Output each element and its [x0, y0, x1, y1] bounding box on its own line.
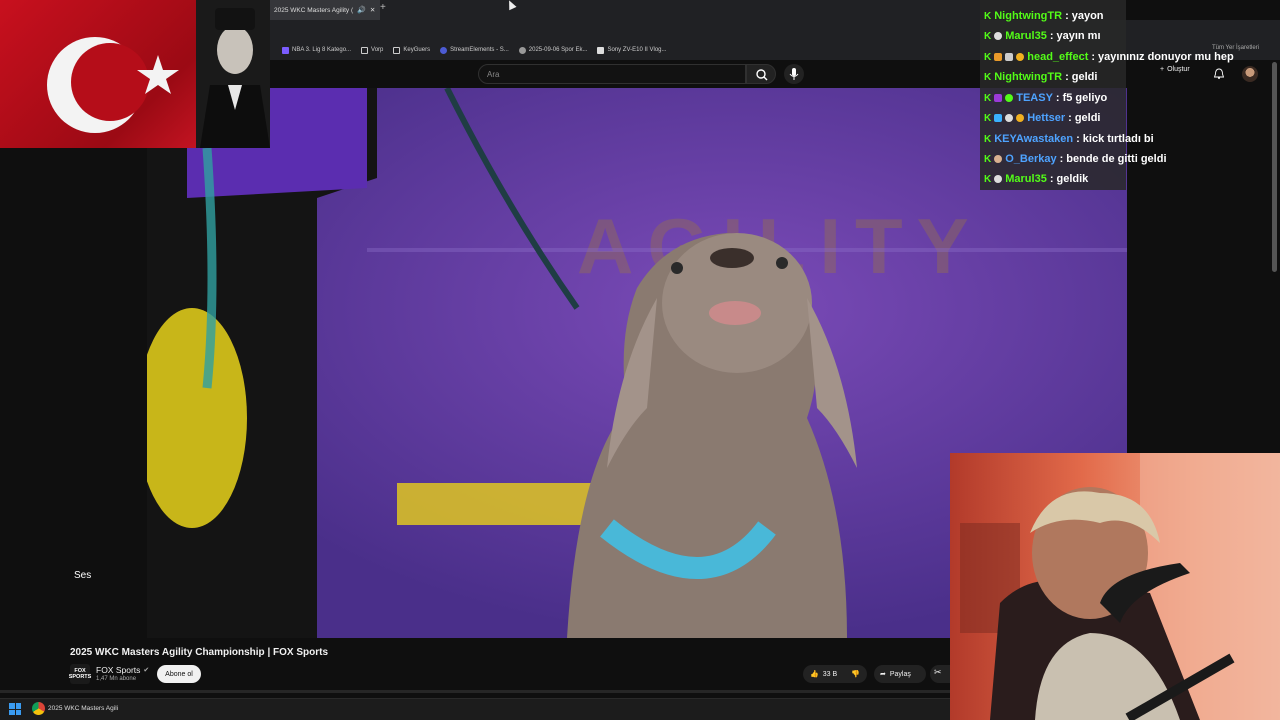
- kick-icon: K: [984, 51, 992, 63]
- scissors-icon: ✂: [934, 667, 942, 677]
- volume-label: Ses: [74, 570, 92, 581]
- bookmark-item[interactable]: KeyGuers: [393, 46, 430, 54]
- tab-audio-icon[interactable]: 🔊: [357, 6, 366, 14]
- badge-icon: [994, 114, 1003, 122]
- kick-icon: K: [984, 133, 992, 145]
- flag-overlay-image: [0, 0, 270, 148]
- plus-icon: +: [1160, 66, 1165, 73]
- kick-icon: K: [984, 71, 992, 83]
- badge-icon: [1005, 114, 1014, 122]
- folder-icon: [393, 46, 401, 54]
- clip-button[interactable]: ✂: [930, 665, 950, 683]
- notifications-bell-icon[interactable]: [1214, 68, 1224, 79]
- streamelements-icon: [440, 46, 448, 54]
- chat-message: K KEYAwastaken : kick tırtladı bi: [984, 133, 1154, 145]
- chat-message: K Marul35 : yayın mı: [984, 30, 1101, 42]
- new-tab-button[interactable]: +: [380, 2, 386, 13]
- subscriber-count: 1,47 Mn abone: [96, 676, 137, 682]
- create-button[interactable]: + Oluştur: [1160, 66, 1190, 73]
- search-button[interactable]: [746, 64, 776, 84]
- chat-message: K Hettser : geldi: [984, 112, 1101, 124]
- taskbar-app-label[interactable]: 2025 WKC Masters Agili: [48, 705, 118, 712]
- channel-logo[interactable]: FOX SPORTS: [69, 664, 91, 684]
- badge-icon: [1005, 53, 1014, 61]
- kick-icon: K: [984, 10, 992, 22]
- chat-message: K NightwingTR : yayon: [984, 10, 1104, 22]
- chat-message: K NightwingTR : geldi: [984, 71, 1098, 83]
- turkish-flag-icon: [47, 0, 270, 148]
- dislike-button[interactable]: 👎: [851, 670, 860, 678]
- chat-message: Khead_effect : yayınınız donuyor mu hep: [984, 51, 1234, 63]
- badge-icon: [994, 53, 1003, 61]
- bookmark-item[interactable]: Vorp: [361, 46, 383, 54]
- chat-message: K TEASY : f5 geliyo: [984, 92, 1108, 104]
- search-icon: [756, 69, 768, 81]
- tab-close-icon[interactable]: ✕: [370, 6, 375, 14]
- bookmark-item[interactable]: StreamElements - S...: [440, 46, 509, 54]
- avatar[interactable]: [1242, 66, 1258, 82]
- like-button[interactable]: 👍 33 B 👎: [803, 665, 867, 683]
- subscribe-button[interactable]: Abone ol: [157, 665, 201, 683]
- bookmark-icon: [518, 46, 526, 54]
- tab-title: 2025 WKC Masters Agility (: [274, 6, 354, 14]
- badge-icon: [994, 175, 1003, 183]
- badge-icon: [994, 32, 1003, 40]
- chat-message: K O_Berkay : bende de gitti geldi: [984, 153, 1167, 165]
- kick-icon: K: [984, 30, 992, 42]
- thumbs-up-icon: 👍: [810, 671, 819, 678]
- chat-message: K Marul35 : geldik: [984, 173, 1089, 185]
- share-arrow-icon: ➦: [880, 671, 886, 678]
- share-button[interactable]: ➦ Paylaş: [874, 665, 926, 683]
- taskbar: [0, 698, 950, 720]
- kick-icon: K: [984, 112, 992, 124]
- windows-start-icon[interactable]: [9, 703, 21, 715]
- bookmark-item[interactable]: 2025-09-06 Spor Ek...: [518, 46, 587, 54]
- webcam-feed: [960, 453, 1280, 720]
- verified-icon: ✔: [143, 667, 150, 674]
- badge-icon: [1016, 53, 1025, 61]
- video-title: 2025 WKC Masters Agility Championship | …: [70, 647, 329, 658]
- page-scrollbar[interactable]: [1272, 62, 1277, 272]
- badge-icon: [1016, 114, 1025, 122]
- folder-icon: [361, 46, 369, 54]
- browser-toolbar: [270, 20, 1280, 40]
- kick-icon: K: [984, 153, 992, 165]
- like-count: 33 B: [822, 670, 838, 678]
- voice-search-button[interactable]: [784, 64, 804, 84]
- badge-icon: [1005, 94, 1014, 102]
- kick-icon: K: [984, 92, 992, 104]
- channel-name[interactable]: FOX Sports ✔: [96, 665, 149, 675]
- kick-icon: K: [984, 173, 992, 185]
- chrome-icon[interactable]: [32, 702, 45, 715]
- webcam-overlay: [950, 453, 1280, 720]
- page-divider: [0, 690, 950, 693]
- microphone-icon: [789, 68, 799, 80]
- bookmark-item[interactable]: NBA 3. Lig 8 Katego...: [282, 46, 351, 54]
- bookmark-item[interactable]: Sony ZV-E10 II Vlog...: [597, 46, 667, 54]
- badge-icon: [994, 94, 1003, 102]
- bookmark-icon: [597, 46, 605, 54]
- bookmark-icon: [282, 46, 289, 54]
- badge-icon: [994, 155, 1003, 163]
- search-input[interactable]: Ara: [478, 64, 746, 84]
- browser-tab[interactable]: 2025 WKC Masters Agility ( 🔊 ✕: [270, 0, 380, 20]
